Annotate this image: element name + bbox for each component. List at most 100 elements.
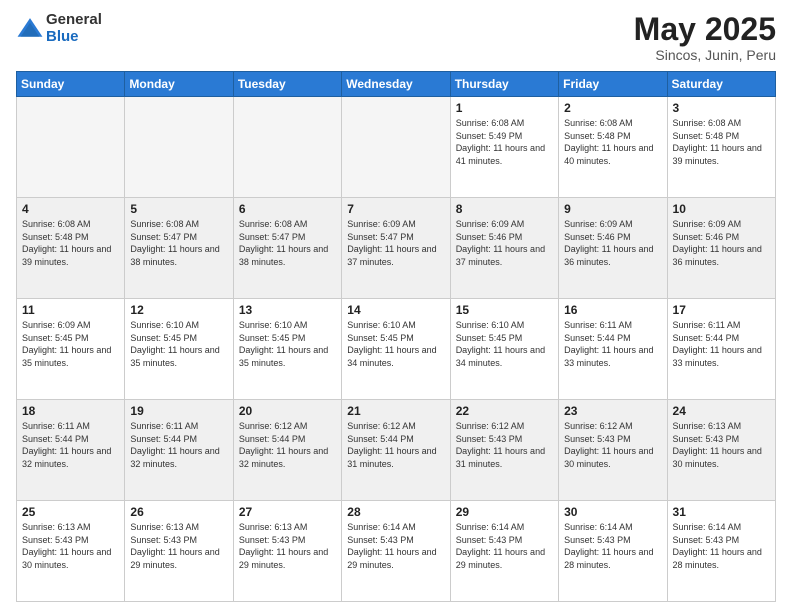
day-number: 12 — [130, 303, 227, 317]
day-cell: 4Sunrise: 6:08 AM Sunset: 5:48 PM Daylig… — [17, 198, 125, 299]
day-number: 27 — [239, 505, 336, 519]
day-cell: 29Sunrise: 6:14 AM Sunset: 5:43 PM Dayli… — [450, 501, 558, 602]
day-cell: 9Sunrise: 6:09 AM Sunset: 5:46 PM Daylig… — [559, 198, 667, 299]
day-cell — [125, 97, 233, 198]
day-info: Sunrise: 6:10 AM Sunset: 5:45 PM Dayligh… — [239, 319, 336, 369]
day-info: Sunrise: 6:12 AM Sunset: 5:43 PM Dayligh… — [564, 420, 661, 470]
day-info: Sunrise: 6:13 AM Sunset: 5:43 PM Dayligh… — [239, 521, 336, 571]
day-number: 24 — [673, 404, 770, 418]
logo-general-label: General — [46, 12, 102, 29]
logo-blue-label: Blue — [46, 29, 102, 46]
day-number: 19 — [130, 404, 227, 418]
month-title: May 2025 — [634, 12, 776, 47]
day-cell: 14Sunrise: 6:10 AM Sunset: 5:45 PM Dayli… — [342, 299, 450, 400]
day-info: Sunrise: 6:11 AM Sunset: 5:44 PM Dayligh… — [673, 319, 770, 369]
week-row-2: 4Sunrise: 6:08 AM Sunset: 5:48 PM Daylig… — [17, 198, 776, 299]
day-number: 11 — [22, 303, 119, 317]
day-number: 23 — [564, 404, 661, 418]
day-cell: 16 Sunrise: 6:11 AM Sunset: 5:44 PM Dayli… — [559, 299, 667, 400]
weekday-friday: Friday — [559, 72, 667, 97]
day-info: Sunrise: 6:13 AM Sunset: 5:43 PM Dayligh… — [130, 521, 227, 571]
day-info: Sunrise: 6:10 AM Sunset: 5:45 PM Dayligh… — [130, 319, 227, 369]
day-cell: 28 Sunrise: 6:14 AM Sunset: 5:43 PM Dayli… — [342, 501, 450, 602]
day-number: 28 — [347, 505, 444, 519]
day-info: Sunrise: 6:08 AM Sunset: 5:49 PM Dayligh… — [456, 117, 553, 167]
day-info: Sunrise: 6:12 AM Sunset: 5:43 PM Dayligh… — [456, 420, 553, 470]
calendar-table: SundayMondayTuesdayWednesdayThursdayFrid… — [16, 71, 776, 602]
weekday-tuesday: Tuesday — [233, 72, 341, 97]
header: General Blue May 2025 Sincos, Junin, Per… — [16, 12, 776, 63]
day-cell: 27 Sunrise: 6:13 AM Sunset: 5:43 PM Dayli… — [233, 501, 341, 602]
day-info: Sunrise: 6:09 AM Sunset: 5:46 PM Dayligh… — [673, 218, 770, 268]
day-cell — [233, 97, 341, 198]
day-number: 3 — [673, 101, 770, 115]
logo-text: General Blue — [46, 12, 102, 45]
day-cell: 23 Sunrise: 6:12 AM Sunset: 5:43 PM Dayli… — [559, 400, 667, 501]
title-block: May 2025 Sincos, Junin, Peru — [634, 12, 776, 63]
day-cell: 30Sunrise: 6:14 AM Sunset: 5:43 PM Dayli… — [559, 501, 667, 602]
day-number: 9 — [564, 202, 661, 216]
day-number: 5 — [130, 202, 227, 216]
day-number: 15 — [456, 303, 553, 317]
day-number: 16 — [564, 303, 661, 317]
day-cell: 3Sunrise: 6:08 AM Sunset: 5:48 PM Daylig… — [667, 97, 775, 198]
day-cell: 15 Sunrise: 6:10 AM Sunset: 5:45 PM Dayli… — [450, 299, 558, 400]
week-row-3: 11 Sunrise: 6:09 AM Sunset: 5:45 PM Dayli… — [17, 299, 776, 400]
day-info: Sunrise: 6:14 AM Sunset: 5:43 PM Dayligh… — [347, 521, 444, 571]
weekday-saturday: Saturday — [667, 72, 775, 97]
day-cell: 12 Sunrise: 6:10 AM Sunset: 5:45 PM Dayli… — [125, 299, 233, 400]
day-cell: 6Sunrise: 6:08 AM Sunset: 5:47 PM Daylig… — [233, 198, 341, 299]
day-cell: 20 Sunrise: 6:12 AM Sunset: 5:44 PM Dayli… — [233, 400, 341, 501]
day-cell: 25 Sunrise: 6:13 AM Sunset: 5:43 PM Dayli… — [17, 501, 125, 602]
day-cell: 22 Sunrise: 6:12 AM Sunset: 5:43 PM Dayli… — [450, 400, 558, 501]
location-subtitle: Sincos, Junin, Peru — [634, 47, 776, 63]
logo-icon — [16, 15, 44, 43]
day-cell: 8 Sunrise: 6:09 AM Sunset: 5:46 PM Daylig… — [450, 198, 558, 299]
day-cell: 5Sunrise: 6:08 AM Sunset: 5:47 PM Daylig… — [125, 198, 233, 299]
day-info: Sunrise: 6:10 AM Sunset: 5:45 PM Dayligh… — [456, 319, 553, 369]
day-info: Sunrise: 6:09 AM Sunset: 5:47 PM Dayligh… — [347, 218, 444, 268]
day-cell: 13Sunrise: 6:10 AM Sunset: 5:45 PM Dayli… — [233, 299, 341, 400]
weekday-header-row: SundayMondayTuesdayWednesdayThursdayFrid… — [17, 72, 776, 97]
day-cell: 26Sunrise: 6:13 AM Sunset: 5:43 PM Dayli… — [125, 501, 233, 602]
week-row-1: 1 Sunrise: 6:08 AM Sunset: 5:49 PM Daylig… — [17, 97, 776, 198]
day-info: Sunrise: 6:11 AM Sunset: 5:44 PM Dayligh… — [130, 420, 227, 470]
day-info: Sunrise: 6:08 AM Sunset: 5:48 PM Dayligh… — [22, 218, 119, 268]
day-cell: 21 Sunrise: 6:12 AM Sunset: 5:44 PM Dayli… — [342, 400, 450, 501]
day-info: Sunrise: 6:13 AM Sunset: 5:43 PM Dayligh… — [673, 420, 770, 470]
week-row-4: 18 Sunrise: 6:11 AM Sunset: 5:44 PM Dayli… — [17, 400, 776, 501]
day-number: 1 — [456, 101, 553, 115]
day-number: 17 — [673, 303, 770, 317]
day-cell: 17 Sunrise: 6:11 AM Sunset: 5:44 PM Dayli… — [667, 299, 775, 400]
day-info: Sunrise: 6:12 AM Sunset: 5:44 PM Dayligh… — [347, 420, 444, 470]
day-info: Sunrise: 6:08 AM Sunset: 5:47 PM Dayligh… — [239, 218, 336, 268]
day-info: Sunrise: 6:14 AM Sunset: 5:43 PM Dayligh… — [456, 521, 553, 571]
day-cell — [17, 97, 125, 198]
day-number: 2 — [564, 101, 661, 115]
page: General Blue May 2025 Sincos, Junin, Per… — [0, 0, 792, 612]
day-number: 7 — [347, 202, 444, 216]
day-cell — [342, 97, 450, 198]
day-info: Sunrise: 6:09 AM Sunset: 5:45 PM Dayligh… — [22, 319, 119, 369]
logo: General Blue — [16, 12, 102, 45]
day-number: 22 — [456, 404, 553, 418]
day-info: Sunrise: 6:13 AM Sunset: 5:43 PM Dayligh… — [22, 521, 119, 571]
day-info: Sunrise: 6:12 AM Sunset: 5:44 PM Dayligh… — [239, 420, 336, 470]
day-info: Sunrise: 6:11 AM Sunset: 5:44 PM Dayligh… — [564, 319, 661, 369]
day-number: 21 — [347, 404, 444, 418]
day-cell: 19 Sunrise: 6:11 AM Sunset: 5:44 PM Dayli… — [125, 400, 233, 501]
day-number: 20 — [239, 404, 336, 418]
day-cell: 10Sunrise: 6:09 AM Sunset: 5:46 PM Dayli… — [667, 198, 775, 299]
week-row-5: 25 Sunrise: 6:13 AM Sunset: 5:43 PM Dayli… — [17, 501, 776, 602]
day-cell: 18Sunrise: 6:11 AM Sunset: 5:44 PM Dayli… — [17, 400, 125, 501]
weekday-sunday: Sunday — [17, 72, 125, 97]
day-number: 8 — [456, 202, 553, 216]
day-info: Sunrise: 6:09 AM Sunset: 5:46 PM Dayligh… — [456, 218, 553, 268]
day-info: Sunrise: 6:14 AM Sunset: 5:43 PM Dayligh… — [564, 521, 661, 571]
day-number: 14 — [347, 303, 444, 317]
day-info: Sunrise: 6:08 AM Sunset: 5:48 PM Dayligh… — [564, 117, 661, 167]
day-cell: 1 Sunrise: 6:08 AM Sunset: 5:49 PM Daylig… — [450, 97, 558, 198]
day-number: 25 — [22, 505, 119, 519]
day-number: 31 — [673, 505, 770, 519]
day-number: 18 — [22, 404, 119, 418]
